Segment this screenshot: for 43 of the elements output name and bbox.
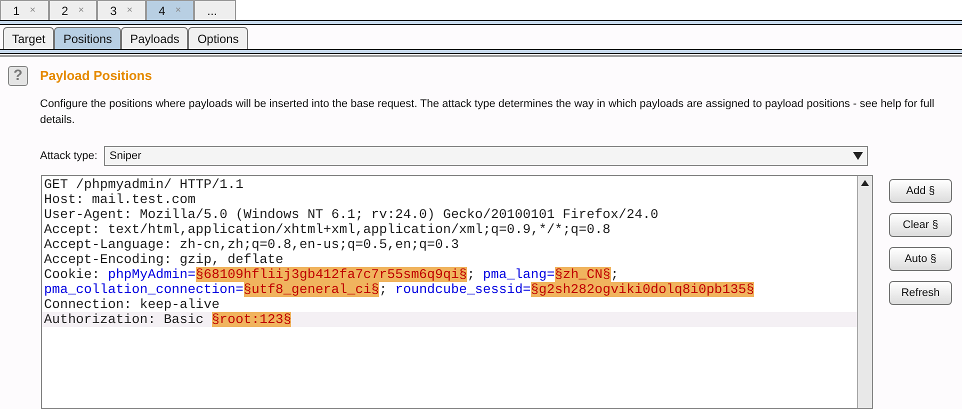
- request-text: Accept-Encoding: gzip, deflate: [44, 252, 284, 267]
- parameter-name: pma_collation_connection=: [44, 282, 244, 297]
- request-editor[interactable]: [41, 175, 873, 409]
- parameter-name: pma_lang=: [482, 267, 555, 282]
- request-tab[interactable]: 2 ×: [48, 0, 98, 20]
- parameter-name: phpMyAdmin=: [108, 267, 196, 282]
- payload-marker: §utf8_general_ci§: [244, 282, 380, 297]
- section-tab[interactable]: Payloads: [121, 27, 188, 49]
- request-text: ;: [379, 282, 388, 297]
- help-icon[interactable]: ?: [8, 66, 28, 86]
- action-button[interactable]: Refresh: [889, 281, 952, 305]
- scrollbar[interactable]: [857, 176, 872, 408]
- scroll-up-icon[interactable]: [861, 180, 869, 186]
- action-button[interactable]: Auto §: [889, 247, 952, 271]
- request-text: GET /phpmyadmin/ HTTP/1.1: [44, 177, 244, 192]
- payload-marker: §g2sh282ogviki0dolq8i0pb135§: [530, 282, 754, 297]
- request-text: ;: [466, 267, 476, 282]
- section-tab[interactable]: Positions: [54, 27, 122, 49]
- action-button[interactable]: Clear §: [889, 213, 952, 237]
- request-text: Cookie:: [44, 267, 101, 282]
- request-tab[interactable]: 3 ×: [97, 0, 146, 20]
- payload-marker: §zh_CN§: [554, 267, 611, 282]
- request-text: Host: mail.test.com: [44, 192, 196, 207]
- attack-type-dropdown[interactable]: Sniper: [104, 146, 868, 166]
- section-tab[interactable]: Target: [3, 27, 54, 49]
- request-text: Accept: text/html,application/xhtml+xml,application/xml;q=0.9,*/*;q=0.8: [44, 222, 611, 237]
- request-text: ;: [610, 267, 619, 282]
- section-description: Configure the positions where payloads will be inserted into the base request. The attack type determines the way in which payloads are assigned to payload positions - see help for full details.: [40, 97, 936, 128]
- section-title: Payload Positions: [40, 67, 152, 86]
- section-tab[interactable]: Options: [188, 27, 248, 49]
- request-text: Accept-Language: zh-cn,zh;q=0.8,en-us;q=0.5,en;q=0.3: [44, 237, 459, 252]
- dropdown-arrow-icon: [853, 152, 864, 160]
- request-tab[interactable]: 1 ×: [0, 0, 49, 20]
- parameter-name: roundcube_sessid=: [395, 282, 531, 297]
- request-text: Authorization: Basic: [44, 312, 205, 327]
- payload-marker: §root:123§: [212, 312, 292, 327]
- action-button[interactable]: Add §: [889, 179, 952, 203]
- attack-type-label: Attack type:: [40, 148, 98, 164]
- request-text: Connection: keep-alive: [44, 297, 220, 312]
- payload-marker: §68109hfliij3gb412fa7c7r55sm6q9qi§: [196, 267, 467, 282]
- request-tab[interactable]: 4 ×: [146, 0, 194, 20]
- request-text: User-Agent: Mozilla/5.0 (Windows NT 6.1; rv:24.0) Gecko/20100101 Firefox/24.0: [44, 207, 658, 222]
- request-tab[interactable]: ...: [194, 0, 236, 20]
